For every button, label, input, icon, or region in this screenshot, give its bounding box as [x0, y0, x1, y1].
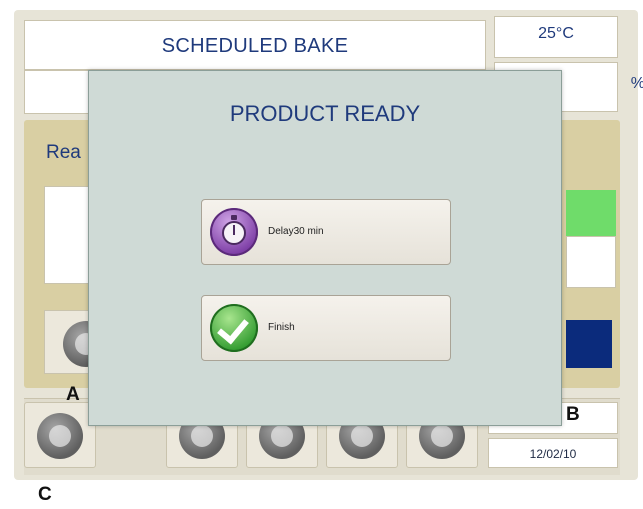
temperature-value: 25°C	[538, 25, 574, 42]
product-ready-dialog: PRODUCT READY Delay30 min Finish	[88, 70, 562, 426]
phase-indicator-navy	[566, 320, 612, 368]
side-button[interactable]	[44, 310, 109, 374]
temperature-display[interactable]: 25°C	[494, 16, 618, 58]
date-value: 12/02/10	[529, 447, 577, 461]
finish-button-label: Finish	[268, 322, 295, 333]
callout-a: A	[66, 384, 80, 405]
process-info-box	[44, 186, 94, 284]
dialog-title: PRODUCT READY	[229, 101, 421, 126]
program-title-box: SCHEDULED BAKE	[24, 20, 486, 70]
timer-icon	[210, 208, 258, 256]
power-icon	[37, 413, 83, 459]
delay-button-label: Delay30 min	[268, 226, 324, 237]
date-display: 12/02/10	[488, 438, 618, 468]
phase-indicator-empty	[566, 236, 616, 288]
program-title: SCHEDULED BAKE	[161, 35, 349, 57]
checkmark-icon	[210, 304, 258, 352]
process-status-label: Rea	[46, 142, 81, 163]
callout-b: B	[566, 404, 580, 425]
delay-30-min-button[interactable]: Delay30 min	[201, 199, 451, 265]
phase-indicator-green	[566, 190, 616, 236]
finish-button[interactable]: Finish	[201, 295, 451, 361]
callout-c: C	[38, 484, 52, 505]
power-button[interactable]	[24, 402, 96, 468]
